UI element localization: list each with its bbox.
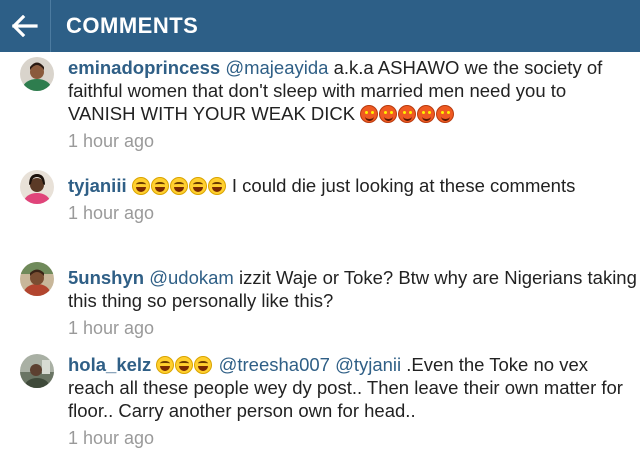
laughing-face-icon bbox=[175, 356, 194, 374]
back-button[interactable] bbox=[0, 0, 50, 52]
comment-username[interactable]: tyjaniii bbox=[68, 175, 127, 196]
comment-mention[interactable]: @udokam bbox=[149, 267, 234, 288]
emoji-group bbox=[360, 103, 455, 124]
comment-mention[interactable]: @treesha007 @tyjanii bbox=[219, 354, 402, 375]
header-divider bbox=[50, 0, 51, 52]
comment-timestamp: 1 hour ago bbox=[68, 131, 155, 151]
comment-body: 5unshyn @udokam izzit Waje or Toke? Btw … bbox=[68, 266, 638, 340]
comment-body: hola_kelz @treesha007 @tyjanii .Even the… bbox=[68, 353, 638, 450]
comment-timestamp: 1 hour ago bbox=[68, 428, 155, 448]
laughing-face-icon bbox=[188, 177, 207, 195]
laughing-face-icon bbox=[207, 177, 226, 195]
avatar[interactable] bbox=[20, 354, 54, 388]
smiling-devil-icon bbox=[417, 105, 436, 123]
laughing-face-icon bbox=[156, 356, 175, 374]
comment-text: I could die just looking at these commen… bbox=[231, 175, 576, 196]
comment-username[interactable]: eminadoprincess bbox=[68, 57, 220, 78]
comment-username[interactable]: 5unshyn bbox=[68, 267, 144, 288]
comment-body: eminadoprincess @majeayida a.k.a ASHAWO … bbox=[68, 56, 638, 153]
top-bar: COMMENTS bbox=[0, 0, 640, 52]
smiling-devil-icon bbox=[379, 105, 398, 123]
smiling-devil-icon bbox=[436, 105, 455, 123]
arrow-left-icon bbox=[12, 15, 38, 37]
smiling-devil-icon bbox=[360, 105, 379, 123]
avatar[interactable] bbox=[20, 57, 54, 91]
smiling-devil-icon bbox=[398, 105, 417, 123]
avatar[interactable] bbox=[20, 262, 54, 296]
comment-mention[interactable]: @majeayida bbox=[225, 57, 328, 78]
laughing-face-icon bbox=[131, 177, 150, 195]
emoji-group bbox=[131, 175, 232, 196]
comment-timestamp: 1 hour ago bbox=[68, 318, 155, 338]
laughing-face-icon bbox=[150, 177, 169, 195]
emoji-group bbox=[156, 354, 218, 375]
avatar[interactable] bbox=[20, 170, 54, 204]
laughing-face-icon bbox=[169, 177, 188, 195]
comment-body: tyjaniii I could die just looking at the… bbox=[68, 174, 638, 225]
comment-timestamp: 1 hour ago bbox=[68, 203, 155, 223]
page-title: COMMENTS bbox=[66, 13, 199, 38]
laughing-face-icon bbox=[194, 356, 213, 374]
comment-username[interactable]: hola_kelz bbox=[68, 354, 151, 375]
